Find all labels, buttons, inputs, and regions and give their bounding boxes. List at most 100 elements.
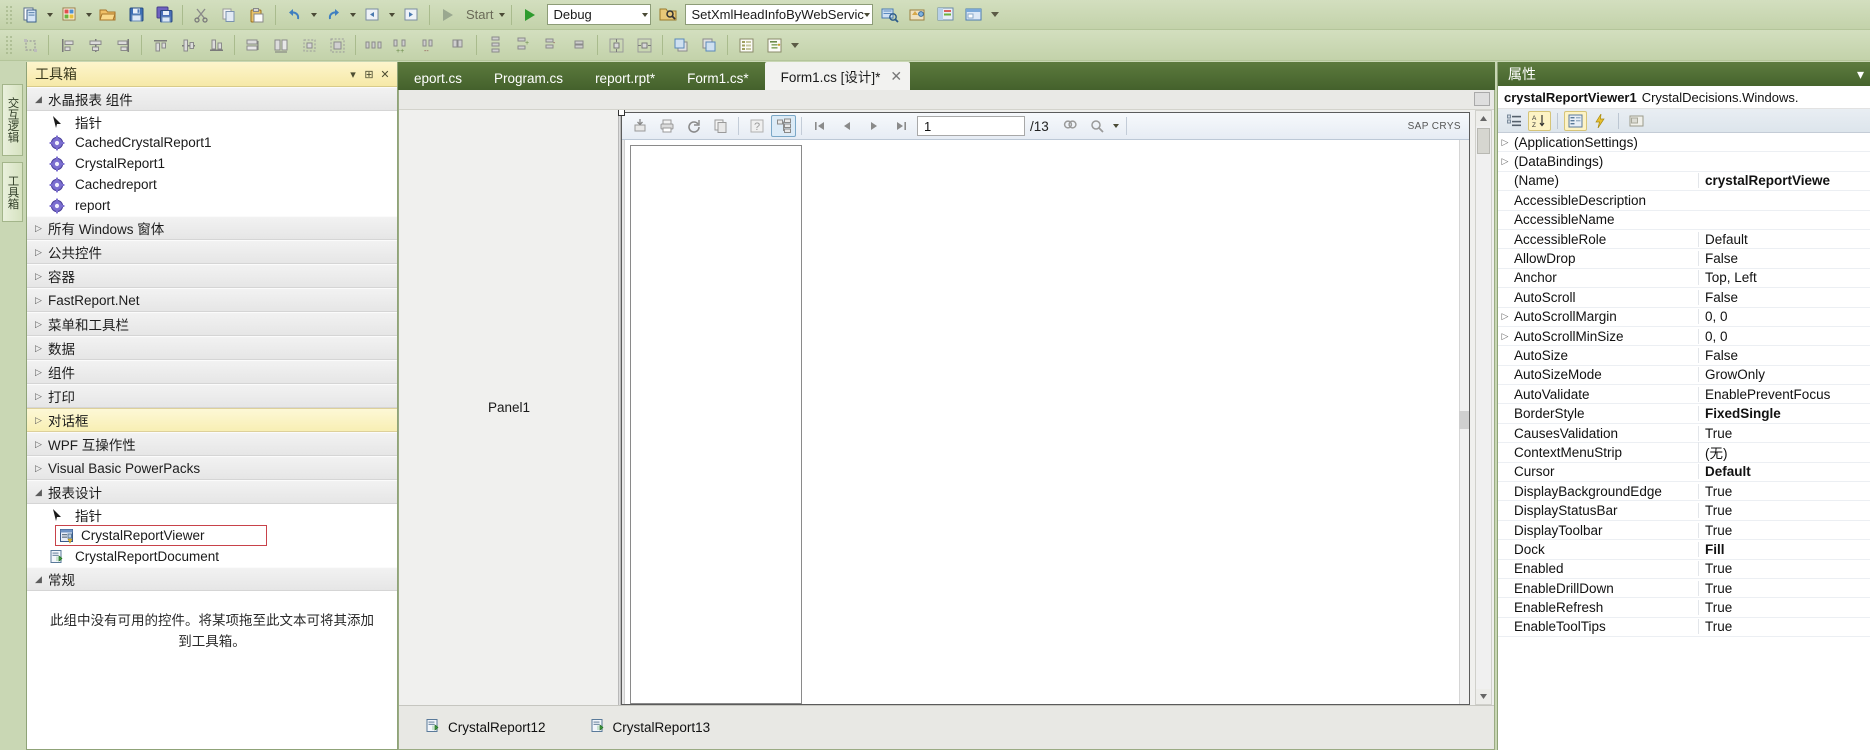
property-row-14[interactable]: BorderStyle FixedSingle [1498,404,1870,424]
start-run-icon[interactable] [517,3,543,27]
property-value[interactable]: 0, 0 [1698,309,1870,325]
property-row-9[interactable]: ▷ AutoScrollMargin 0, 0 [1498,308,1870,327]
property-value[interactable]: Top, Left [1698,270,1870,286]
property-row-7[interactable]: Anchor Top, Left [1498,269,1870,289]
auto-hide-pin-icon[interactable]: ⊞ [361,65,377,83]
property-value[interactable]: Default [1698,231,1870,247]
save-all-icon[interactable] [151,3,177,27]
last-page-icon[interactable] [888,115,913,137]
toolbox-group-4[interactable]: ▷ FastReport.Net [27,288,397,312]
make-same-height-icon[interactable] [268,33,294,57]
project-selector-combo[interactable]: SetXmlHeadInfoByWebServic [685,4,874,25]
viewer-scroll-thumb[interactable] [1459,410,1469,429]
toolbox-group-1[interactable]: ▷ 所有 Windows 窗体 [27,216,397,240]
first-page-icon[interactable] [807,115,832,137]
remove-vertical-spacing-icon[interactable] [566,33,592,57]
align-middles-icon[interactable] [175,33,201,57]
document-outline-icon[interactable] [761,33,787,57]
property-value[interactable]: Fill [1698,541,1870,557]
categorized-icon[interactable] [1503,111,1526,131]
property-value[interactable]: False [1698,289,1870,305]
align-rights-icon[interactable] [110,33,136,57]
property-row-13[interactable]: AutoValidate EnablePreventFocus [1498,385,1870,405]
size-to-grid-icon[interactable] [296,33,322,57]
properties-window-icon[interactable] [905,3,931,27]
solution-configuration-combo[interactable]: Debug [547,4,652,25]
decrease-horizontal-spacing-icon[interactable]: -- [417,33,443,57]
scroll-down-icon[interactable] [1476,689,1491,704]
property-value[interactable]: True [1698,600,1870,616]
toolbox-item-12-0[interactable]: 指针 [27,504,397,525]
toolbar-grip[interactable] [5,35,13,55]
property-row-20[interactable]: DisplayToolbar True [1498,521,1870,541]
toolbox-group-12[interactable]: ◢ 报表设计 [27,480,397,504]
property-value[interactable]: True [1698,425,1870,441]
property-row-5[interactable]: AccessibleRole Default [1498,230,1870,250]
toolbox-group-3[interactable]: ▷ 容器 [27,264,397,288]
editor-tab-3[interactable]: Form1.cs* [671,66,765,90]
toolbox-group-13[interactable]: ◢ 常规 [27,567,397,591]
triangle-right-icon[interactable]: ▷ [1498,311,1512,322]
property-value[interactable]: (无) [1698,442,1870,463]
next-page-icon[interactable] [861,115,886,137]
property-value[interactable]: FixedSingle [1698,406,1870,422]
property-row-1[interactable]: ▷ (DataBindings) [1498,152,1870,172]
property-value[interactable]: Default [1698,464,1870,480]
property-row-15[interactable]: CausesValidation True [1498,424,1870,444]
add-new-item-icon[interactable] [56,3,82,27]
open-file-icon[interactable] [95,3,121,27]
group-tree-icon[interactable] [771,115,796,137]
align-bottoms-icon[interactable] [203,33,229,57]
property-value[interactable]: True [1698,483,1870,499]
properties-icon[interactable] [1564,110,1587,131]
tray-item-0[interactable]: CrystalReport12 [425,718,546,737]
editor-tabstrip[interactable]: eport.cs Program.cs report.rpt* Form1.cs* Fo… [398,62,1495,90]
property-row-24[interactable]: EnableRefresh True [1498,598,1870,618]
paste-icon[interactable] [244,3,270,27]
toolbox-group-6[interactable]: ▷ 数据 [27,336,397,360]
toolbox-item-0-1[interactable]: CachedCrystalReport1 [27,132,397,153]
property-value[interactable]: True [1698,561,1870,577]
toolbox-group-7[interactable]: ▷ 组件 [27,360,397,384]
save-icon[interactable] [123,3,149,27]
toolbox-group-2[interactable]: ▷ 公共控件 [27,240,397,264]
redo-dropdown-icon[interactable] [347,3,358,27]
property-row-18[interactable]: DisplayBackgroundEdge True [1498,482,1870,502]
start-debug-grey-icon[interactable] [435,3,461,27]
properties-grid[interactable]: ▷ (ApplicationSettings) ▷ (DataBindings) (Na… [1498,133,1870,750]
align-centers-icon[interactable] [82,33,108,57]
editor-tab-2[interactable]: report.rpt* [579,66,671,90]
designer-scroll-thumb[interactable] [1477,128,1490,154]
navigate-forward-icon[interactable] [398,3,424,27]
make-vertical-spacing-equal-icon[interactable] [482,33,508,57]
export-icon[interactable] [627,115,652,137]
size-to-fit-icon[interactable] [324,33,350,57]
property-value[interactable]: True [1698,522,1870,538]
copy-icon[interactable] [708,115,733,137]
find-icon[interactable] [1058,115,1083,137]
property-row-19[interactable]: DisplayStatusBar True [1498,501,1870,521]
toolbox-item-0-3[interactable]: Cachedreport [27,174,397,195]
find-in-files-icon[interactable] [655,3,681,27]
navigate-dropdown-icon[interactable] [386,3,397,27]
property-row-11[interactable]: AutoSize False [1498,346,1870,366]
toolbox-item-0-2[interactable]: CrystalReport1 [27,153,397,174]
toolbox-item-0-0[interactable]: 指针 [27,111,397,132]
property-value[interactable]: 0, 0 [1698,328,1870,344]
property-row-8[interactable]: AutoScroll False [1498,288,1870,308]
align-lefts-icon[interactable] [54,33,80,57]
property-value[interactable]: True [1698,503,1870,519]
cut-icon[interactable] [188,3,214,27]
toolbox-group-0[interactable]: ◢ 水晶报表 组件 [27,87,397,111]
copy-icon[interactable] [216,3,242,27]
property-row-16[interactable]: ContextMenuStrip (无) [1498,442,1870,463]
decrease-vertical-spacing-icon[interactable]: - [538,33,564,57]
toggle-help-icon[interactable]: ? [744,115,769,137]
increase-horizontal-spacing-icon[interactable]: ++ [389,33,415,57]
center-vertically-icon[interactable] [631,33,657,57]
property-row-6[interactable]: AllowDrop False [1498,249,1870,269]
triangle-right-icon[interactable]: ▷ [1498,331,1512,342]
selection-handle[interactable] [618,110,625,116]
make-horizontal-spacing-equal-icon[interactable] [361,33,387,57]
viewer-vertical-scrollbar[interactable] [1459,140,1469,704]
